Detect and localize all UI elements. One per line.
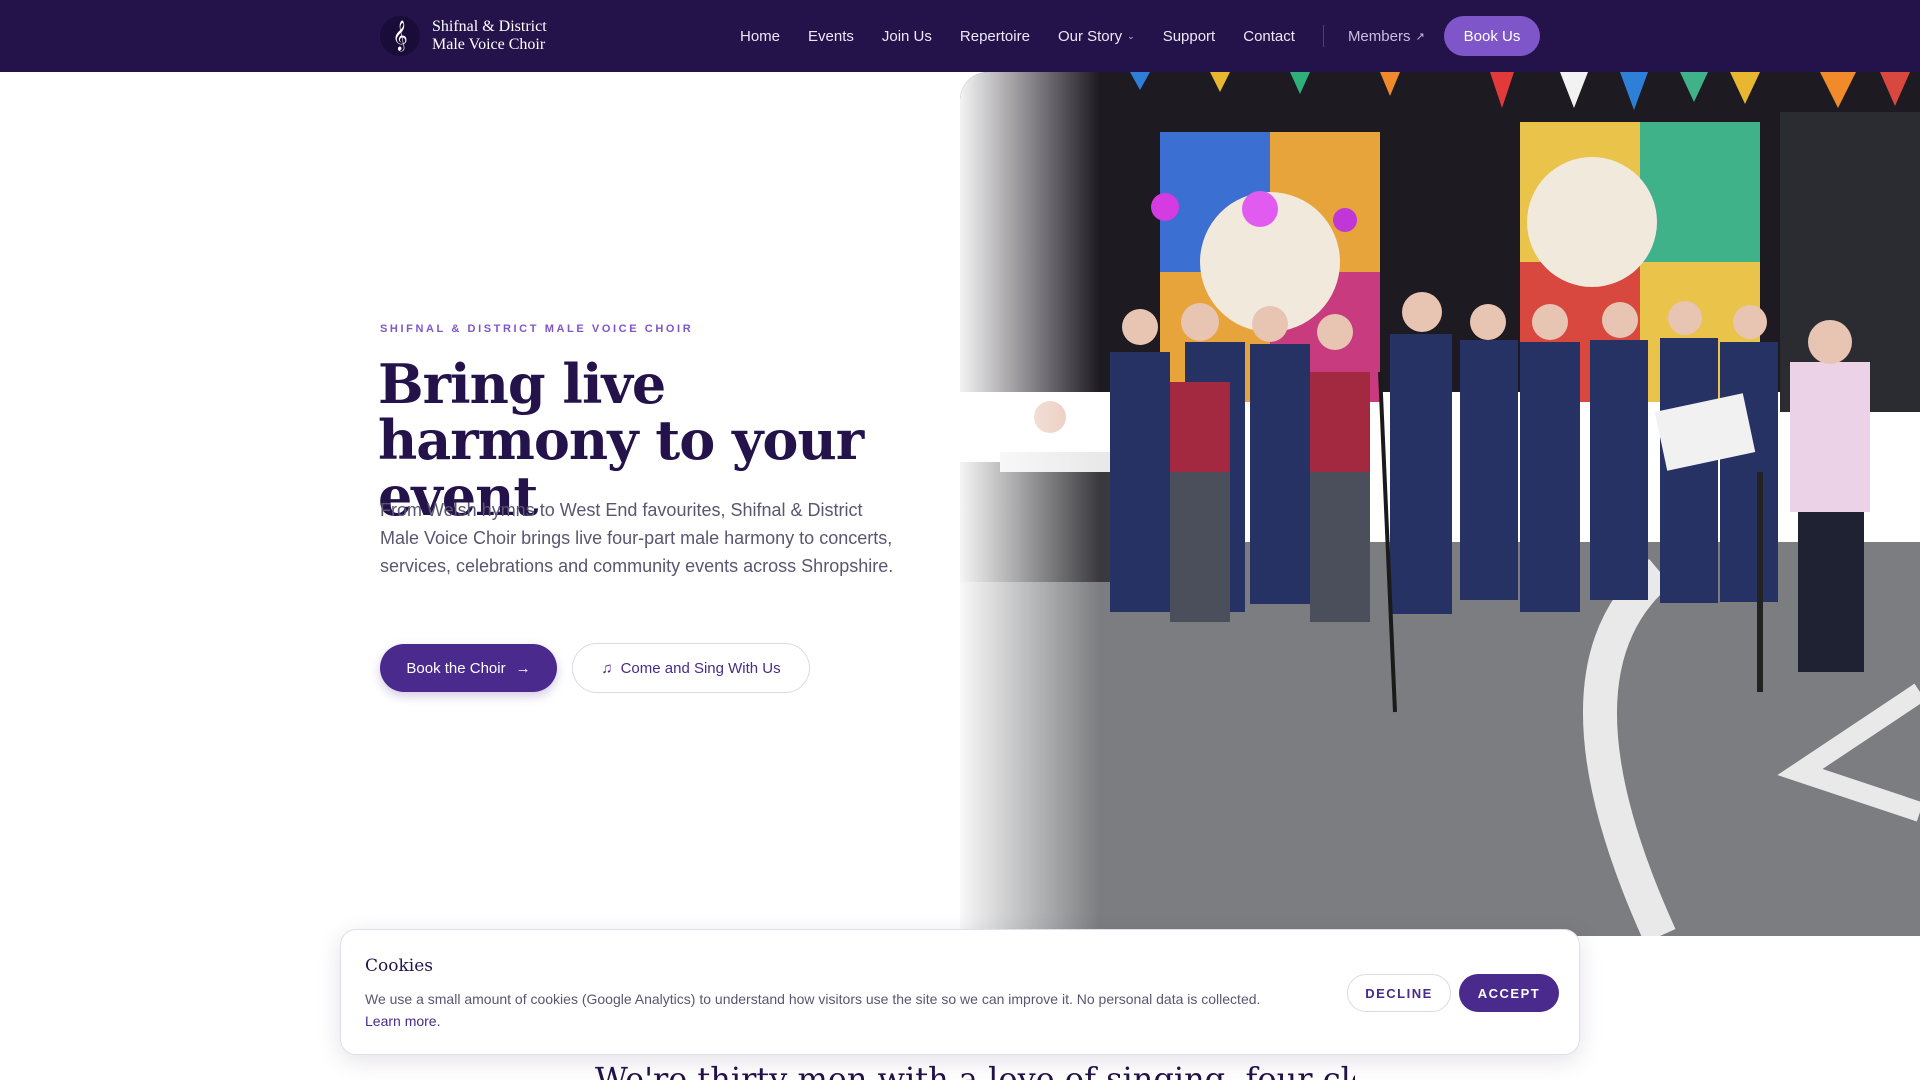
nav-members-label: Members xyxy=(1347,27,1411,45)
brand-link[interactable]: 𝄞 Shifnal & District Male Voice Choir xyxy=(380,14,547,58)
accept-button[interactable]: ACCEPT xyxy=(1459,974,1559,1012)
cookie-message: We use a small amount of cookies (Google… xyxy=(365,988,1345,1032)
nav-our-story[interactable]: Our Story ⌄ xyxy=(1058,28,1135,45)
brand-line-1: Shifnal & District xyxy=(432,18,547,35)
nav-repertoire[interactable]: Repertoire xyxy=(960,28,1030,45)
nav-join-us[interactable]: Join Us xyxy=(882,28,932,45)
hero-photo-fade xyxy=(960,72,1100,936)
learn-more-link[interactable]: Learn more. xyxy=(365,1013,440,1029)
treble-clef-icon: 𝄞 xyxy=(380,16,420,56)
brand-name: Shifnal & District Male Voice Choir xyxy=(432,18,547,54)
hero-eyebrow: SHIFNAL & DISTRICT MALE VOICE CHOIR xyxy=(380,323,694,335)
arrow-up-right-icon: ↗ xyxy=(1415,30,1425,43)
nav-divider xyxy=(1322,25,1324,47)
nav-our-story-label: Our Story xyxy=(1057,27,1123,45)
cookie-banner: Cookies We use a small amount of cookies… xyxy=(340,929,1580,1055)
music-note-icon: ♫ xyxy=(601,659,613,677)
decline-button[interactable]: DECLINE xyxy=(1347,974,1451,1012)
book-us-button[interactable]: Book Us xyxy=(1444,16,1540,56)
nav-events[interactable]: Events xyxy=(808,28,854,45)
hero-photo xyxy=(960,72,1920,936)
brand-line-2: Male Voice Choir xyxy=(432,36,546,53)
intro-heading: We're thirty men with a love of singing,… xyxy=(595,1060,1355,1080)
cookie-title: Cookies xyxy=(365,956,433,976)
book-the-choir-label: Book the Choir xyxy=(406,659,506,677)
chevron-down-icon: ⌄ xyxy=(1127,30,1135,41)
nav-support[interactable]: Support xyxy=(1163,28,1216,45)
book-the-choir-button[interactable]: Book the Choir → xyxy=(380,644,557,692)
cookie-message-text: We use a small amount of cookies (Google… xyxy=(365,991,1261,1007)
nav-home[interactable]: Home xyxy=(740,28,780,45)
arrow-right-icon: → xyxy=(515,659,531,677)
nav-members[interactable]: Members ↗ xyxy=(1348,28,1425,45)
top-nav: 𝄞 Shifnal & District Male Voice Choir Ho… xyxy=(0,0,1920,72)
come-and-sing-label: Come and Sing With Us xyxy=(620,659,781,677)
nav-contact[interactable]: Contact xyxy=(1243,28,1295,45)
main-menu: Home Events Join Us Repertoire Our Story… xyxy=(740,0,1453,72)
come-and-sing-button[interactable]: ♫ Come and Sing With Us xyxy=(572,643,810,693)
hero-description: From Welsh hymns to West End favourites,… xyxy=(380,500,894,576)
